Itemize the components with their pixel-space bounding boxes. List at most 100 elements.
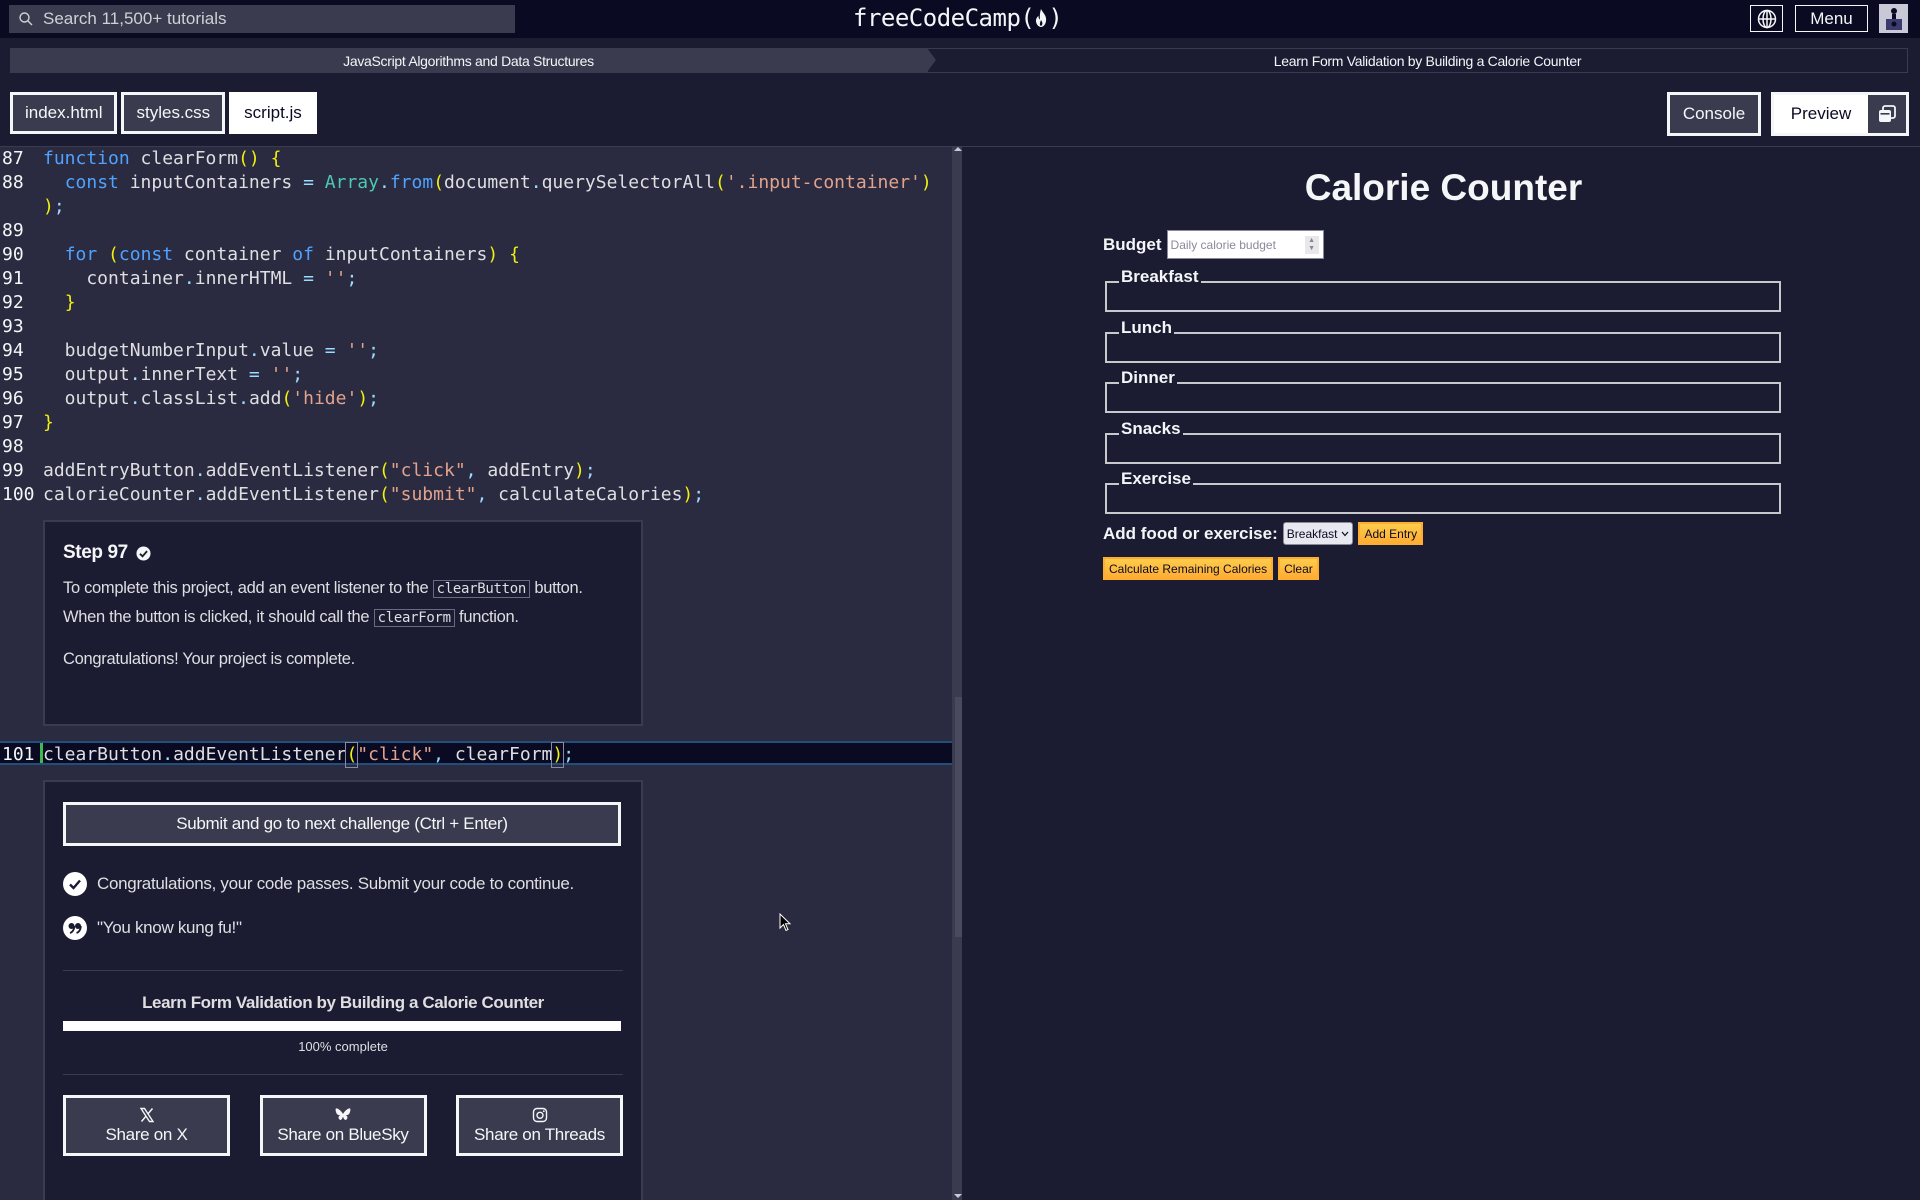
action-panel: Submit and go to next challenge (Ctrl + … [43,780,643,1200]
step-title: Step 97 [63,542,623,564]
clear-button[interactable]: Clear [1278,557,1319,580]
avatar-icon [1885,7,1902,30]
user-avatar[interactable] [1879,4,1908,33]
bluesky-butterfly-icon [335,1107,351,1120]
budget-input[interactable] [1170,237,1301,252]
instruction-text: To complete this project, add an event l… [63,579,433,597]
quote-text: "You know kung fu!" [97,918,242,937]
entry-type-select[interactable]: Breakfast [1282,522,1354,545]
step-title-text: Step 97 [63,542,128,563]
share-buttons: Share on X Share on BlueSky Share on Thr… [63,1095,623,1156]
preview-title: Calorie Counter [1304,167,1583,208]
breadcrumb-block-label: Learn Form Validation by Building a Calo… [1273,52,1582,69]
inline-code: clearButton [432,580,531,598]
search-input[interactable] [43,9,503,29]
budget-label: Budget [1103,234,1162,254]
search-icon [19,12,33,26]
legend: Dinner [1119,368,1177,387]
fieldset-breakfast: Breakfast [1105,268,1781,312]
code-line: 99 addEntryButton.addEventListener("click… [2,460,596,481]
instruction-text: function. [454,608,519,626]
flame-icon [1036,9,1047,27]
x-logo-icon [139,1107,154,1122]
progress-label: 100% complete [298,1039,388,1054]
logo-close: ) [1048,4,1063,32]
spin-down-icon: ▼ [1308,245,1316,252]
language-button[interactable] [1750,5,1783,32]
menu-button[interactable]: Menu [1795,5,1868,32]
code-line: 100 calorieCounter.addEventListener("subm… [2,484,705,505]
inline-code: clearForm [373,609,455,627]
tab-styles-css[interactable]: styles.css [121,92,226,134]
line-number: 99 [2,460,24,481]
select-value: Breakfast [1286,526,1338,541]
editor-scrollbar[interactable] [952,147,962,1200]
line-number: 97 [2,412,24,433]
number-spinner[interactable]: ▲ ▼ [1304,236,1319,254]
fieldset-lunch: Lunch [1105,319,1781,363]
add-entry-label: Add food or exercise: [1103,523,1278,543]
calculate-button[interactable]: Calculate Remaining Calories [1103,557,1274,580]
window-popout-icon [1879,105,1896,122]
divider [63,970,623,971]
legend: Snacks [1119,419,1183,438]
code-line: 97} [2,412,54,433]
scroll-down-arrow-icon[interactable] [954,1194,962,1198]
line-number: 91 [2,268,24,289]
active-code-line[interactable]: 101 clearButton.addEventListener("click",… [0,741,958,768]
tab-script-js[interactable]: script.js [229,92,317,134]
preview-pane: Calorie Counter Budget ▲▼ Breakfast Lunc… [967,147,1920,1200]
completion-message: Congratulations! Your project is complet… [63,650,355,668]
popout-preview-button[interactable] [1868,95,1906,133]
breadcrumb-superblock[interactable]: JavaScript Algorithms and Data Structure… [10,48,936,73]
code-line: 94 budgetNumberInput.value = ''; [2,340,379,361]
tab-index-html[interactable]: index.html [10,92,118,134]
line-number: 96 [2,388,24,409]
line-number: 89 [2,220,24,241]
code-line: 93 [0,315,958,339]
code-line: ); [43,196,65,217]
quote-row: "You know kung fu!" [63,916,623,940]
line-number: 100 [2,484,35,505]
share-x-button[interactable]: Share on X [63,1095,230,1156]
line-number: 87 [2,148,24,169]
breadcrumb: JavaScript Algorithms and Data Structure… [10,48,1908,73]
editor-scrollbar-thumb[interactable] [955,697,962,937]
fieldset-exercise: Exercise [1105,470,1781,514]
scroll-up-arrow-icon[interactable] [954,147,962,151]
share-x-label: Share on X [105,1124,188,1144]
mouse-pointer-icon [779,913,792,932]
budget-row: Budget ▲▼ [1103,230,1324,259]
share-bluesky-button[interactable]: Share on BlueSky [259,1095,427,1156]
add-entry-button[interactable]: Add Entry [1358,522,1424,545]
legend: Breakfast [1119,267,1201,286]
preview-button[interactable]: Preview [1774,95,1868,133]
share-threads-button[interactable]: Share on Threads [456,1095,623,1156]
line-number: 94 [2,340,24,361]
budget-input-wrapper: ▲▼ [1166,230,1324,259]
progress-bar [63,1021,621,1031]
code-line: 95 output.innerText = ''; [2,364,304,385]
project-title: Learn Form Validation by Building a Calo… [142,993,544,1012]
line-number: 98 [2,436,24,457]
add-entry-row: Add food or exercise: Breakfast Add Entr… [1103,522,1424,545]
logo-text: freeCodeCamp( [853,4,1035,32]
fcc-logo[interactable]: freeCodeCamp() [853,4,1063,32]
form-actions: Calculate Remaining Calories Clear [1103,557,1319,580]
console-button[interactable]: Console [1667,92,1761,136]
code-line: 91 container.innerHTML = ''; [2,268,358,289]
code-line: 98 [0,435,958,459]
breadcrumb-block[interactable]: Learn Form Validation by Building a Calo… [927,48,1908,73]
preview-controls: Preview [1771,92,1909,136]
code-line: 89 [0,219,958,243]
divider [63,1074,623,1075]
share-bluesky-label: Share on BlueSky [277,1124,409,1144]
search-bar[interactable] [9,5,515,33]
legend: Lunch [1119,318,1174,337]
code-line: 90 for (const container of inputContaine… [2,244,520,265]
line-number: 95 [2,364,24,385]
submit-button[interactable]: Submit and go to next challenge (Ctrl + … [63,802,621,846]
progress-fill [63,1021,621,1031]
check-icon [63,872,87,896]
globe-icon [1757,9,1776,28]
